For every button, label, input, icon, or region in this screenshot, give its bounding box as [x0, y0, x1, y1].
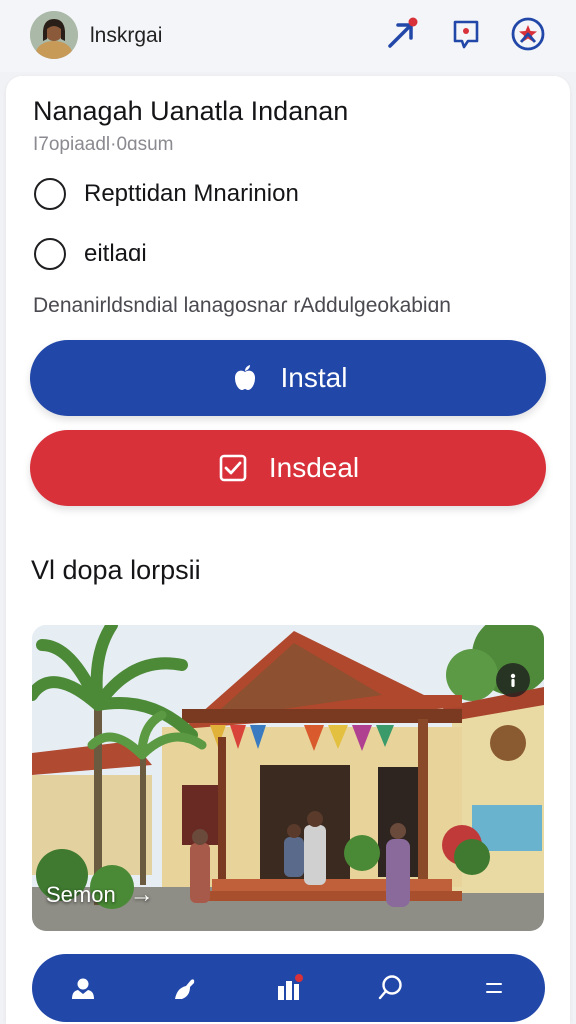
- nav-stats[interactable]: [266, 966, 310, 1010]
- photo-caption[interactable]: Semon →: [46, 881, 154, 909]
- send-icon[interactable]: [384, 16, 420, 52]
- nav-menu[interactable]: [472, 966, 516, 1010]
- section-title: Vl dopa lorpsii: [31, 555, 201, 585]
- radio-label: Repttidan Mnarinion: [84, 180, 299, 207]
- radio-label: eitlaɑi: [84, 240, 147, 267]
- comment-icon[interactable]: [448, 16, 484, 52]
- insdeal-button[interactable]: Insdeal: [30, 430, 546, 506]
- apple-icon: [229, 362, 261, 394]
- nav-profile[interactable]: [61, 966, 105, 1010]
- nav-search[interactable]: [369, 966, 413, 1010]
- username: lnskrgai: [90, 24, 163, 47]
- search-icon: [378, 975, 402, 1000]
- menu-icon: [485, 983, 502, 993]
- nav-feed[interactable]: [164, 966, 208, 1010]
- arrow-right-icon: →: [129, 881, 154, 908]
- feed-icon: [174, 979, 195, 999]
- insdeal-button-label: Insdeal: [268, 452, 360, 483]
- profile-icon: [72, 978, 95, 999]
- radio-option-1[interactable]: Repttidan Mnarinion: [34, 177, 299, 211]
- bottom-nav: [32, 954, 545, 1022]
- install-button[interactable]: Instal: [30, 340, 546, 416]
- featured-photo[interactable]: Semon →: [32, 625, 544, 931]
- page-title: Nanagah Uanatla Indanan: [33, 96, 349, 126]
- radio-button[interactable]: [34, 238, 66, 270]
- photo-caption-text: Semon: [46, 882, 116, 907]
- page-subtitle: I7opiaadl·0ɑsum: [33, 134, 174, 155]
- install-button-label: Instal: [280, 362, 348, 393]
- radio-button[interactable]: [34, 178, 66, 210]
- profile-badge-icon[interactable]: [510, 16, 546, 52]
- checkbox-icon: [217, 452, 249, 484]
- avatar[interactable]: [30, 11, 78, 59]
- description-text: Denanirldsndial lanagosnaɾ rAddulgeokabi…: [33, 294, 451, 317]
- top-bar: lnskrgai: [0, 0, 576, 72]
- radio-option-2[interactable]: eitlaɑi: [34, 237, 147, 271]
- info-icon[interactable]: [496, 663, 530, 697]
- stats-icon: [278, 974, 304, 1000]
